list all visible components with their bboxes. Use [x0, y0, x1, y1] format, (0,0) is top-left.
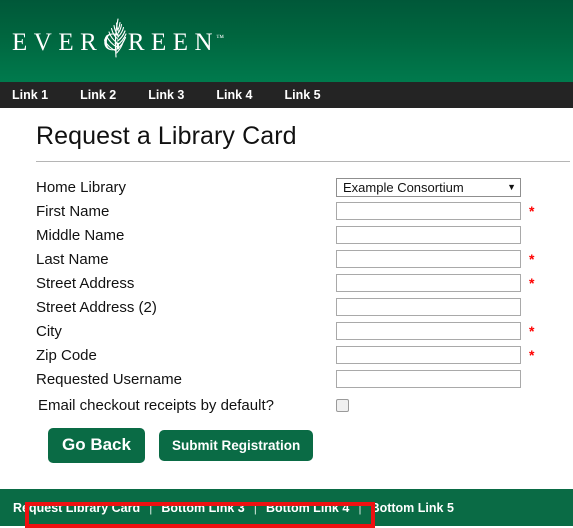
footer-link-bottom-link-3[interactable]: Bottom Link 3: [161, 501, 244, 515]
form-row-middle-name: Middle Name *: [36, 223, 573, 247]
label-requested-username: Requested Username: [36, 370, 182, 388]
footer-link-request-library-card[interactable]: Request Library Card: [13, 501, 140, 515]
label-email-receipts: Email checkout receipts by default?: [38, 396, 274, 414]
email-receipts-checkbox[interactable]: [336, 398, 349, 412]
control-last-name: [336, 250, 521, 268]
label-middle-name: Middle Name: [36, 226, 125, 244]
home-library-select[interactable]: Example Consortium ▼: [336, 177, 521, 197]
main-content: Request a Library Card Home Library Exam…: [0, 108, 573, 528]
required-marker-last-name: *: [529, 251, 535, 267]
nav-link-4[interactable]: Link 4: [216, 88, 252, 102]
last-name-input[interactable]: [336, 250, 521, 268]
label-first-name: First Name: [36, 202, 110, 220]
footer-separator-3: |: [358, 500, 362, 515]
library-card-form: Home Library Example Consortium ▼ * Firs…: [0, 162, 573, 463]
nav-link-1[interactable]: Link 1: [12, 88, 48, 102]
footer-link-bottom-link-5[interactable]: Bottom Link 5: [371, 501, 454, 515]
required-marker-first-name: *: [529, 203, 535, 219]
site-header: EVERGREEN™: [0, 0, 573, 82]
footer-separator-2: |: [253, 500, 257, 515]
control-street-address: [336, 274, 521, 292]
form-row-street-address-2: Street Address (2) *: [36, 295, 573, 319]
control-requested-username: [336, 370, 521, 388]
form-row-first-name: First Name *: [36, 199, 573, 223]
label-street-address-2: Street Address (2): [36, 298, 157, 316]
form-row-email-receipts: Email checkout receipts by default?: [36, 392, 573, 418]
go-back-button[interactable]: Go Back: [48, 428, 145, 463]
form-row-zip-code: Zip Code *: [36, 343, 573, 367]
site-logo[interactable]: EVERGREEN™: [12, 18, 224, 62]
site-footer: Request Library Card | Bottom Link 3 | B…: [0, 489, 573, 526]
footer-link-bottom-link-4[interactable]: Bottom Link 4: [266, 501, 349, 515]
control-first-name: [336, 202, 521, 220]
label-last-name: Last Name: [36, 250, 109, 268]
street-address-2-input[interactable]: [336, 298, 521, 316]
required-marker-city: *: [529, 323, 535, 339]
middle-name-input[interactable]: [336, 226, 521, 244]
control-middle-name: [336, 226, 521, 244]
label-city: City: [36, 322, 62, 340]
chevron-down-icon: ▼: [507, 181, 516, 192]
required-marker-zip-code: *: [529, 347, 535, 363]
street-address-input[interactable]: [336, 274, 521, 292]
form-row-last-name: Last Name *: [36, 247, 573, 271]
required-marker-street-address: *: [529, 275, 535, 291]
first-name-input[interactable]: [336, 202, 521, 220]
requested-username-input[interactable]: [336, 370, 521, 388]
control-home-library: Example Consortium ▼: [336, 177, 521, 197]
logo-trademark: ™: [216, 33, 224, 43]
city-input[interactable]: [336, 322, 521, 340]
nav-link-2[interactable]: Link 2: [80, 88, 116, 102]
label-home-library: Home Library: [36, 178, 127, 196]
primary-navigation: Link 1 Link 2 Link 3 Link 4 Link 5: [0, 82, 573, 108]
logo-text-right: GREEN: [103, 28, 220, 56]
control-zip-code: [336, 346, 521, 364]
form-row-requested-username: Requested Username *: [36, 367, 573, 391]
submit-registration-button[interactable]: Submit Registration: [158, 430, 314, 461]
form-row-city: City *: [36, 319, 573, 343]
nav-link-5[interactable]: Link 5: [285, 88, 321, 102]
zip-code-input[interactable]: [336, 346, 521, 364]
logo-text-left: EVER: [12, 28, 104, 56]
label-street-address: Street Address: [36, 274, 135, 292]
page-title: Request a Library Card: [36, 122, 297, 150]
form-row-home-library: Home Library Example Consortium ▼ *: [36, 175, 573, 199]
control-city: [336, 322, 521, 340]
form-actions: Go Back Submit Registration: [36, 418, 573, 463]
logo-wordmark: EVERGREEN™: [12, 30, 224, 55]
nav-link-3[interactable]: Link 3: [148, 88, 184, 102]
label-zip-code: Zip Code: [36, 346, 97, 364]
footer-separator-1: |: [149, 500, 153, 515]
form-row-street-address: Street Address *: [36, 271, 573, 295]
home-library-selected-value: Example Consortium: [343, 179, 464, 195]
control-street-address-2: [336, 298, 521, 316]
